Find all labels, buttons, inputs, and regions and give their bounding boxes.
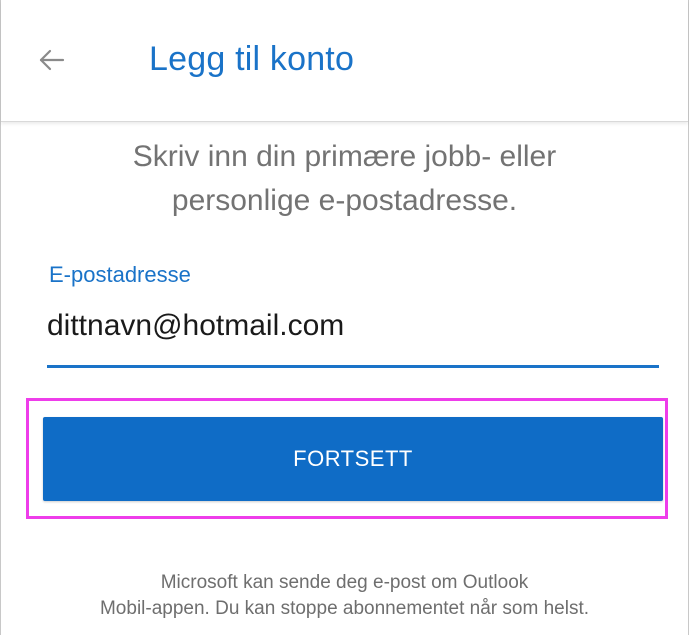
footer-note: Microsoft kan sende deg e-post om Outloo… (1, 570, 688, 622)
instruction-line-1: Skriv inn din primære jobb- eller (132, 140, 557, 173)
arrow-left-icon (39, 49, 65, 71)
app-header: Legg til konto (1, 0, 688, 122)
add-account-screen: Legg til konto Skriv inn din primære job… (0, 0, 689, 635)
instruction-text: Skriv inn din primære jobb- eller person… (1, 135, 688, 223)
page-title: Legg til konto (149, 40, 355, 78)
back-button[interactable] (29, 38, 73, 82)
footer-line-2: Mobil-appen. Du kan stoppe abonnementet … (99, 598, 590, 619)
instruction-line-2: personlige e-postadresse. (171, 184, 518, 217)
footer-line-1: Microsoft kan sende deg e-post om Outloo… (160, 572, 529, 593)
email-field-label: E-postadresse (49, 262, 191, 287)
continue-button[interactable]: FORTSETT (43, 417, 663, 501)
email-input[interactable] (47, 298, 659, 368)
